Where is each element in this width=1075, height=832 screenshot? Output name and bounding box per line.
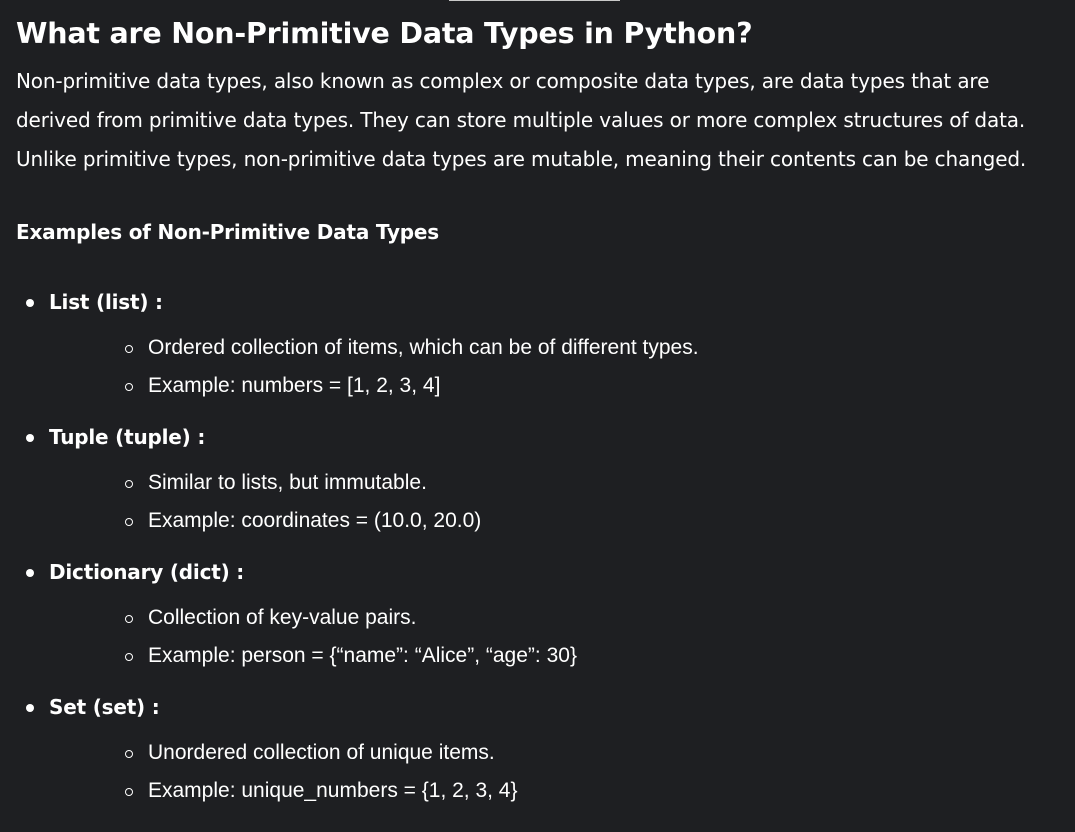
type-example: Example: coordinates = (10.0, 20.0) <box>148 509 482 532</box>
bullet-circle-icon <box>125 615 133 623</box>
type-label: List (list) : <box>49 290 163 314</box>
sub-list: Ordered collection of items, which can b… <box>49 329 1064 405</box>
sub-list: Unordered collection of unique items. Ex… <box>49 734 1064 810</box>
bullet-disc-icon <box>26 569 34 577</box>
sub-list-item: Example: person = {“name”: “Alice”, “age… <box>49 637 1064 675</box>
sub-list-item: Ordered collection of items, which can b… <box>49 329 1064 367</box>
sub-list-item: Collection of key-value pairs. <box>49 599 1064 637</box>
article-content: What are Non-Primitive Data Types in Pyt… <box>16 14 1064 825</box>
sub-list: Collection of key-value pairs. Example: … <box>49 599 1064 675</box>
bullet-circle-icon <box>125 345 133 353</box>
sub-list-item: Unordered collection of unique items. <box>49 734 1064 772</box>
bullet-disc-icon <box>26 434 34 442</box>
sub-list-item: Similar to lists, but immutable. <box>49 464 1064 502</box>
bullet-circle-icon <box>125 518 133 526</box>
list-item: Tuple (tuple) : Similar to lists, but im… <box>16 420 1064 540</box>
top-divider <box>449 0 620 1</box>
examples-heading: Examples of Non-Primitive Data Types <box>16 220 439 244</box>
sub-list-item: Example: numbers = [1, 2, 3, 4] <box>49 367 1064 405</box>
bullet-circle-icon <box>125 788 133 796</box>
list-item: Dictionary (dict) : Collection of key-va… <box>16 555 1064 675</box>
page-title: What are Non-Primitive Data Types in Pyt… <box>16 17 753 50</box>
list-item: Set (set) : Unordered collection of uniq… <box>16 690 1064 810</box>
list-item: List (list) : Ordered collection of item… <box>16 285 1064 405</box>
intro-paragraph: Non-primitive data types, also known as … <box>16 69 1027 171</box>
type-description: Ordered collection of items, which can b… <box>148 336 699 359</box>
type-description: Collection of key-value pairs. <box>148 606 417 629</box>
type-label: Set (set) : <box>49 695 160 719</box>
sub-list: Similar to lists, but immutable. Example… <box>49 464 1064 540</box>
bullet-circle-icon <box>125 383 133 391</box>
bullet-disc-icon <box>26 299 34 307</box>
bullet-disc-icon <box>26 704 34 712</box>
type-example: Example: unique_numbers = {1, 2, 3, 4} <box>148 779 518 802</box>
bullet-circle-icon <box>125 480 133 488</box>
type-description: Similar to lists, but immutable. <box>148 471 427 494</box>
type-example: Example: numbers = [1, 2, 3, 4] <box>148 374 441 397</box>
sub-list-item: Example: coordinates = (10.0, 20.0) <box>49 502 1064 540</box>
types-list: List (list) : Ordered collection of item… <box>16 285 1064 810</box>
bullet-circle-icon <box>125 653 133 661</box>
type-label: Tuple (tuple) : <box>49 425 206 449</box>
type-label: Dictionary (dict) : <box>49 560 245 584</box>
bullet-circle-icon <box>125 750 133 758</box>
type-description: Unordered collection of unique items. <box>148 741 495 764</box>
sub-list-item: Example: unique_numbers = {1, 2, 3, 4} <box>49 772 1064 810</box>
type-example: Example: person = {“name”: “Alice”, “age… <box>148 644 577 667</box>
